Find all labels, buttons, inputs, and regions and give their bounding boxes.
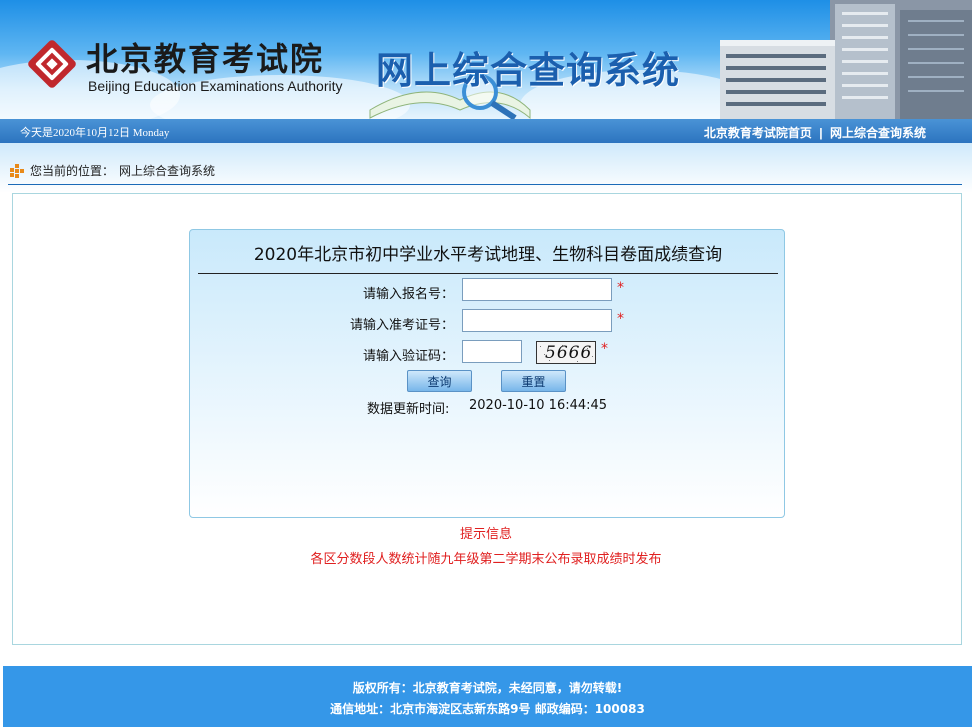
reset-button[interactable]: 重置 xyxy=(501,370,566,392)
registration-number-input[interactable] xyxy=(462,278,612,301)
captcha-input[interactable] xyxy=(462,340,522,363)
notice-title: 提示信息 xyxy=(459,527,512,542)
current-date: 今天是2020年10月12日 Monday xyxy=(20,127,170,139)
header-banner: 北京教育考试院 Beijing Education Examinations A… xyxy=(0,0,972,119)
admission-label: 请输入准考证号： xyxy=(349,318,454,333)
required-mark: * xyxy=(617,311,624,327)
breadcrumb-current: 网上综合查询系统 xyxy=(119,164,216,178)
nav-links: 北京教育考试院首页 | 网上综合查询系统 xyxy=(704,124,926,141)
footer-address: 通信地址：北京市海淀区志新东路9号 邮政编码：100083 xyxy=(330,702,645,716)
top-navbar: 今天是2020年10月12日 Monday 北京教育考试院首页 | 网上综合查询… xyxy=(0,119,972,143)
query-title: 2020年北京市初中学业水平考试地理、生物科目卷面成绩查询 xyxy=(253,245,723,265)
admission-ticket-input[interactable] xyxy=(462,309,612,332)
captcha-code: 5666 xyxy=(545,343,593,363)
title-divider xyxy=(198,273,778,274)
org-name-en: Beijing Education Examinations Authority xyxy=(88,78,343,94)
system-title: 网上综合查询系统 xyxy=(376,49,680,92)
notice-message: 各区分数段人数统计随九年级第二学期末公布录取成绩时发布 xyxy=(310,552,662,567)
bjeea-logo-icon xyxy=(28,40,76,88)
query-panel: 2020年北京市初中学业水平考试地理、生物科目卷面成绩查询 请输入报名号： * … xyxy=(189,229,785,518)
breadcrumb-dots-icon xyxy=(10,164,24,178)
breadcrumb: 您当前的位置： 网上综合查询系统 xyxy=(8,161,962,185)
required-mark: * xyxy=(601,341,608,357)
page-footer: 版权所有：北京教育考试院，未经同意，请勿转载! 通信地址：北京市海淀区志新东路9… xyxy=(3,666,972,727)
nav-separator: | xyxy=(819,126,823,140)
breadcrumb-label: 您当前的位置： xyxy=(30,164,115,178)
nav-link-query-system[interactable]: 网上综合查询系统 xyxy=(830,126,926,140)
captcha-label: 请输入验证码： xyxy=(362,349,454,364)
registration-label: 请输入报名号： xyxy=(362,287,454,302)
building-illustration-icon xyxy=(720,0,972,119)
update-time-value: 2020-10-10 16:44:45 xyxy=(469,398,608,413)
required-mark: * xyxy=(617,280,624,296)
update-time-label: 数据更新时间: xyxy=(367,402,450,417)
captcha-image[interactable]: 5666 xyxy=(536,341,596,364)
footer-copyright: 版权所有：北京教育考试院，未经同意，请勿转载! xyxy=(352,681,623,695)
org-name-cn: 北京教育考试院 xyxy=(86,40,325,78)
query-button[interactable]: 查询 xyxy=(407,370,472,392)
nav-link-home[interactable]: 北京教育考试院首页 xyxy=(704,126,812,140)
